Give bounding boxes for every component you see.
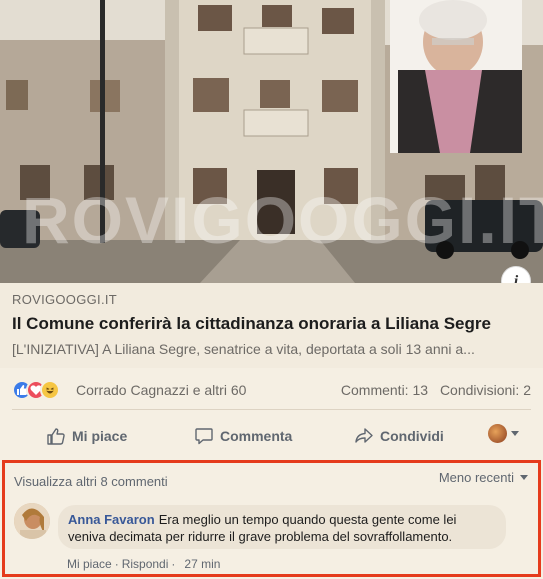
thumbs-up-icon [47, 428, 65, 445]
link-description: [L'INIZIATIVA] A Liliana Segre, senatric… [12, 341, 475, 357]
action-bar: Mi piace Commenta Condividi [0, 417, 543, 455]
page-avatar-selector[interactable] [488, 424, 507, 443]
comment-like-link[interactable]: Mi piace [67, 557, 112, 571]
chevron-down-icon [520, 475, 528, 480]
like-button-label: Mi piace [72, 428, 128, 444]
share-button[interactable]: Condividi [354, 424, 444, 448]
reactions-bar: Corrado Cagnazzi e altri 60 Commenti: 13… [0, 372, 543, 408]
link-source: ROVIGOOGGI.IT [12, 292, 118, 307]
reaction-icons[interactable] [12, 380, 74, 400]
link-preview[interactable]: ROVIGOOGGI.IT Il Comune conferirà la cit… [0, 283, 543, 368]
like-button[interactable]: Mi piace [46, 424, 127, 448]
separator: · [114, 557, 119, 571]
comment-button[interactable]: Commenta [194, 424, 292, 448]
divider [12, 409, 531, 410]
separator: · [171, 557, 176, 571]
link-preview-image[interactable]: ROVIGOOGGI.IT i [0, 0, 543, 283]
comments-count[interactable]: Commenti: 13 [341, 382, 428, 398]
image-watermark: ROVIGOOGGI.IT [22, 183, 543, 257]
comment-icon [195, 428, 213, 445]
comment-sort-select[interactable]: Meno recenti [439, 470, 528, 485]
chevron-down-icon[interactable] [511, 431, 519, 436]
share-icon [355, 428, 373, 443]
comment-author[interactable]: Anna Favaron [68, 512, 155, 527]
comments-section: Visualizza altri 8 commenti Meno recenti… [2, 460, 541, 577]
comment-timestamp[interactable]: 27 min [184, 557, 220, 571]
avatar[interactable] [14, 503, 50, 539]
post-stats: Commenti: 13 Condivisioni: 2 [341, 382, 531, 398]
comment-actions: Mi piace · Rispondi · 27 min [67, 557, 220, 571]
view-more-comments-link[interactable]: Visualizza altri 8 commenti [14, 474, 168, 489]
comment-button-label: Commenta [220, 428, 293, 444]
share-button-label: Condividi [380, 428, 444, 444]
reaction-names[interactable]: Corrado Cagnazzi e altri 60 [76, 382, 246, 398]
comment-bubble: Anna Favaron Era meglio un tempo quando q… [58, 505, 506, 549]
haha-icon [40, 380, 60, 400]
comment-sort-label: Meno recenti [438, 470, 514, 485]
shares-count[interactable]: Condivisioni: 2 [440, 382, 531, 398]
comment-reply-link[interactable]: Rispondi [122, 557, 169, 571]
link-title[interactable]: Il Comune conferirà la cittadinanza onor… [12, 314, 491, 334]
